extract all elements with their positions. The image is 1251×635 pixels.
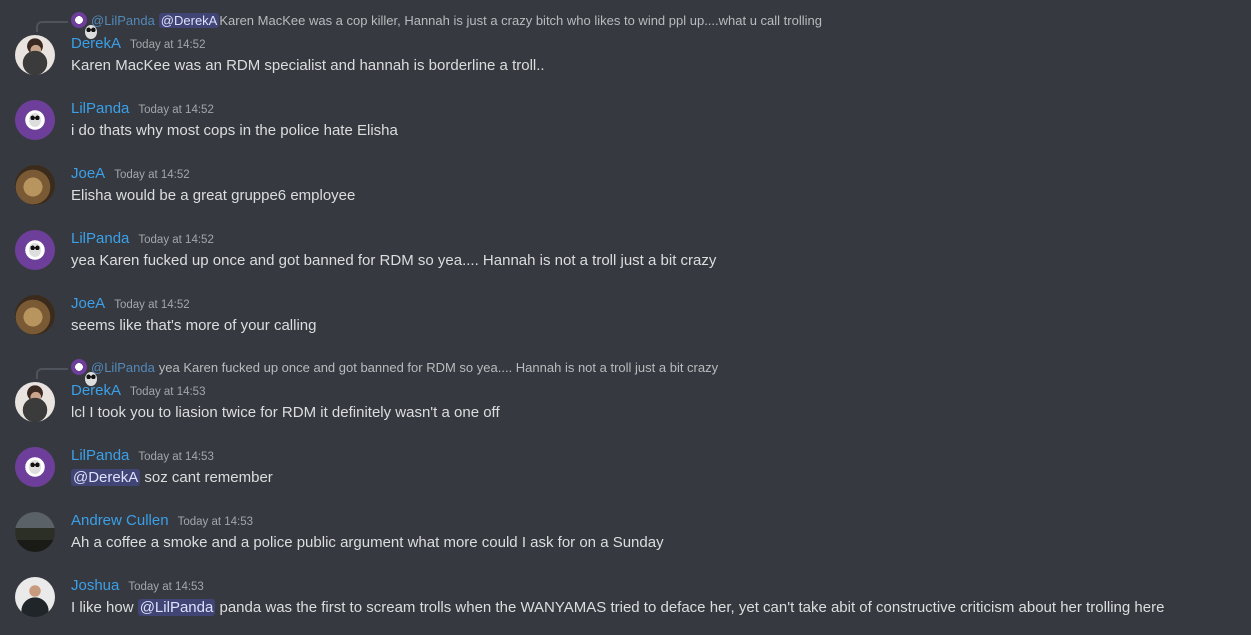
message-header: Andrew Cullen Today at 14:53 xyxy=(71,512,253,529)
message-text: Elisha would be a great gruppe6 employee xyxy=(71,187,356,204)
user-mention[interactable]: @LilPanda xyxy=(137,599,216,616)
reply-text: Karen MacKee was a cop killer, Hannah is… xyxy=(219,12,822,28)
username[interactable]: DerekA xyxy=(71,382,121,399)
panda-avatar[interactable] xyxy=(15,447,55,487)
username[interactable]: LilPanda xyxy=(71,100,129,117)
message-text: i do thats why most cops in the police h… xyxy=(71,122,398,139)
timestamp[interactable]: Today at 14:52 xyxy=(114,299,189,311)
andrew-avatar[interactable] xyxy=(15,512,55,552)
timestamp[interactable]: Today at 14:52 xyxy=(114,169,189,181)
message-content: Karen MacKee was an RDM specialist and h… xyxy=(71,57,545,74)
message-header: Joshua Today at 14:53 xyxy=(71,577,204,594)
reply-avatar xyxy=(71,359,97,386)
timestamp[interactable]: Today at 14:52 xyxy=(138,234,213,246)
username[interactable]: LilPanda xyxy=(71,230,129,247)
username[interactable]: LilPanda xyxy=(71,447,129,464)
username[interactable]: JoeA xyxy=(71,295,105,312)
timestamp[interactable]: Today at 14:52 xyxy=(138,104,213,116)
reply-text: yea Karen fucked up once and got banned … xyxy=(159,360,718,375)
message-text: seems like that's more of your calling xyxy=(71,317,317,334)
message-text: Karen MacKee was an RDM specialist and h… xyxy=(71,57,545,74)
joe-avatar[interactable] xyxy=(15,165,55,205)
message-text: soz cant remember xyxy=(140,469,273,486)
message-header: LilPanda Today at 14:53 xyxy=(71,447,214,464)
message-content: I like how @LilPanda panda was the first… xyxy=(71,599,1164,616)
username[interactable]: Joshua xyxy=(71,577,119,594)
message-text: I like how xyxy=(71,599,138,616)
timestamp[interactable]: Today at 14:53 xyxy=(178,516,253,528)
timestamp[interactable]: Today at 14:53 xyxy=(130,386,205,398)
message-header: LilPanda Today at 14:52 xyxy=(71,100,214,117)
derek-avatar[interactable] xyxy=(15,382,55,422)
message-text: panda was the first to scream trolls whe… xyxy=(215,599,1165,616)
message-header: DerekA Today at 14:53 xyxy=(71,382,205,399)
reply-text: @DerekA Karen MacKee was a cop killer, Ha… xyxy=(158,12,822,28)
message-feed: @LilPanda @DerekA Karen MacKee was a cop k… xyxy=(0,0,1251,635)
message-header: JoeA Today at 14:52 xyxy=(71,295,190,312)
message-content: yea Karen fucked up once and got banned … xyxy=(71,252,716,269)
reply-avatar xyxy=(71,12,97,39)
reply-preview[interactable]: @LilPanda @DerekA Karen MacKee was a cop k… xyxy=(71,12,822,39)
derek-avatar[interactable] xyxy=(15,35,55,75)
reply-connector xyxy=(36,368,68,379)
message-content: @DerekA soz cant remember xyxy=(71,469,273,486)
message-content: seems like that's more of your calling xyxy=(71,317,316,334)
reply-preview[interactable]: @LilPanda yea Karen fucked up once and go… xyxy=(71,359,718,386)
username[interactable]: JoeA xyxy=(71,165,105,182)
message-header: JoeA Today at 14:52 xyxy=(71,165,190,182)
message-content: i do thats why most cops in the police h… xyxy=(71,122,398,139)
reply-username[interactable]: @LilPanda xyxy=(91,13,155,28)
message-content: Ah a coffee a smoke and a police public … xyxy=(71,534,664,551)
username[interactable]: Andrew Cullen xyxy=(71,512,169,529)
reply-connector xyxy=(36,21,68,32)
message-content: lcl I took you to liasion twice for RDM … xyxy=(71,404,500,421)
timestamp[interactable]: Today at 14:53 xyxy=(128,581,203,593)
user-mention[interactable]: @DerekA xyxy=(158,12,220,28)
panda-avatar[interactable] xyxy=(15,100,55,140)
reply-username[interactable]: @LilPanda xyxy=(91,360,155,375)
message-text: yea Karen fucked up once and got banned … xyxy=(71,252,717,269)
message-header: LilPanda Today at 14:52 xyxy=(71,230,214,247)
joshua-avatar[interactable] xyxy=(15,577,55,617)
user-mention[interactable]: @DerekA xyxy=(71,469,141,486)
username[interactable]: DerekA xyxy=(71,35,121,52)
message-text: Ah a coffee a smoke and a police public … xyxy=(71,534,664,551)
timestamp[interactable]: Today at 14:52 xyxy=(130,39,205,51)
timestamp[interactable]: Today at 14:53 xyxy=(138,451,213,463)
message-content: Elisha would be a great gruppe6 employee xyxy=(71,187,355,204)
panda-avatar[interactable] xyxy=(15,230,55,270)
message-header: DerekA Today at 14:52 xyxy=(71,35,205,52)
reply-text: yea Karen fucked up once and got banned … xyxy=(158,359,719,375)
joe-avatar[interactable] xyxy=(15,295,55,335)
message-text: lcl I took you to liasion twice for RDM … xyxy=(71,404,500,421)
